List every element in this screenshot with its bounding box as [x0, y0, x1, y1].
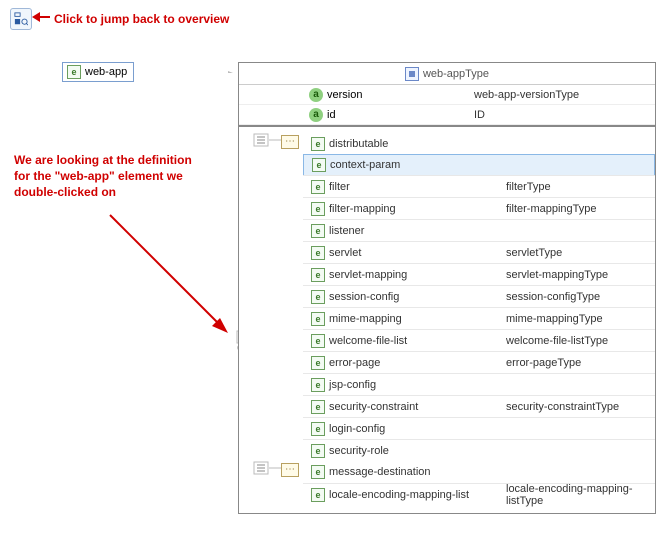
element-name: error-page [329, 357, 380, 369]
element-row[interactable]: e login-config [303, 417, 655, 439]
attribute-type: ID [474, 109, 655, 121]
element-row[interactable]: e listener [303, 219, 655, 241]
element-type: servletType [506, 247, 655, 259]
element-icon: e [311, 202, 325, 216]
element-row[interactable]: e distributable [303, 133, 655, 155]
element-name: servlet-mapping [329, 269, 407, 281]
element-row[interactable]: e security-constraint security-constraintT… [303, 395, 655, 417]
element-name: jsp-config [329, 379, 376, 391]
attribute-name: id [327, 109, 336, 121]
element-icon: e [311, 444, 325, 458]
sequence-icon[interactable] [281, 463, 299, 477]
element-name: security-role [329, 445, 389, 457]
element-icon: e [311, 246, 325, 260]
element-name: welcome-file-list [329, 335, 407, 347]
element-row[interactable]: e servlet-mapping servlet-mappingType [303, 263, 655, 285]
element-row[interactable]: e session-config session-configType [303, 285, 655, 307]
element-type: servlet-mappingType [506, 269, 655, 281]
element-name: context-param [330, 159, 400, 171]
group-toggle[interactable] [253, 461, 269, 478]
element-row[interactable]: e security-role [303, 439, 655, 461]
annotation-left-label: We are looking at the definition for the… [14, 152, 194, 201]
model-group: e message-destination e locale-encoding-map… [239, 461, 655, 505]
source-element-box[interactable]: e web-app [62, 62, 134, 82]
element-type: security-constraintType [506, 401, 655, 413]
element-name: servlet [329, 247, 361, 259]
element-icon: e [67, 65, 81, 79]
attribute-type: web-app-versionType [474, 89, 655, 101]
element-name: security-constraint [329, 401, 418, 413]
element-icon: e [311, 334, 325, 348]
group-toggle-icon [253, 461, 269, 475]
group-toggle-icon [253, 133, 269, 147]
element-icon: e [311, 422, 325, 436]
element-name: mime-mapping [329, 313, 402, 325]
element-icon: e [311, 465, 325, 479]
type-header[interactable]: web-appType [239, 63, 655, 85]
connector-arrow [150, 71, 238, 73]
attribute-row[interactable]: aid ID [239, 105, 655, 125]
element-type: error-pageType [506, 357, 655, 369]
overview-icon [14, 12, 28, 26]
attribute-icon: a [309, 88, 323, 102]
type-header-name: web-appType [423, 68, 489, 80]
complex-type-icon [405, 67, 419, 81]
group-toggle[interactable] [253, 133, 269, 150]
element-row[interactable]: e message-destination [303, 461, 655, 483]
element-name: locale-encoding-mapping-list [329, 489, 469, 501]
annotation-arrow-top [32, 10, 50, 24]
element-row[interactable]: e welcome-file-list welcome-file-listType [303, 329, 655, 351]
element-name: message-destination [329, 466, 431, 478]
element-type: mime-mappingType [506, 313, 655, 325]
element-type: filterType [506, 181, 655, 193]
element-icon: e [311, 400, 325, 414]
attribute-icon: a [309, 108, 323, 122]
element-type: locale-encoding-mapping-listType [506, 483, 655, 507]
element-icon: e [311, 290, 325, 304]
element-icon: e [311, 488, 325, 502]
type-definition-panel: web-appType aversionweb-app-versionTypea… [238, 62, 656, 514]
element-row[interactable]: e servlet servletType [303, 241, 655, 263]
element-name: login-config [329, 423, 385, 435]
source-element-name: web-app [85, 66, 127, 78]
element-icon: e [311, 137, 325, 151]
element-type: session-configType [506, 291, 655, 303]
element-row[interactable]: e locale-encoding-mapping-list locale-enco… [303, 483, 655, 505]
element-type: filter-mappingType [506, 203, 655, 215]
sequence-icon[interactable] [281, 135, 299, 149]
attribute-row[interactable]: a version web-app-versionType [239, 85, 655, 105]
element-name: session-config [329, 291, 399, 303]
element-row[interactable]: e context-param [303, 154, 655, 176]
element-icon: e [311, 224, 325, 238]
element-row[interactable]: e filter-mapping filter-mappingType [303, 197, 655, 219]
element-name: listener [329, 225, 364, 237]
element-icon: e [311, 268, 325, 282]
annotation-arrow-left [100, 210, 240, 340]
element-name: filter-mapping [329, 203, 396, 215]
element-row[interactable]: e error-page error-pageType [303, 351, 655, 373]
element-name: distributable [329, 138, 388, 150]
element-row[interactable]: efilter filterType [303, 175, 655, 197]
element-icon: e [312, 158, 326, 172]
element-name: filter [329, 181, 350, 193]
element-icon: e [311, 180, 325, 194]
model-group: edistributableecontext-paramefilterfilte… [239, 133, 655, 461]
element-icon: e [311, 312, 325, 326]
element-row[interactable]: e jsp-config [303, 373, 655, 395]
element-icon: e [311, 378, 325, 392]
overview-button[interactable] [10, 8, 32, 30]
element-icon: e [311, 356, 325, 370]
annotation-top-label: Click to jump back to overview [54, 12, 229, 26]
attribute-name: version [327, 89, 362, 101]
element-type: welcome-file-listType [506, 335, 655, 347]
element-row[interactable]: e mime-mapping mime-mappingType [303, 307, 655, 329]
